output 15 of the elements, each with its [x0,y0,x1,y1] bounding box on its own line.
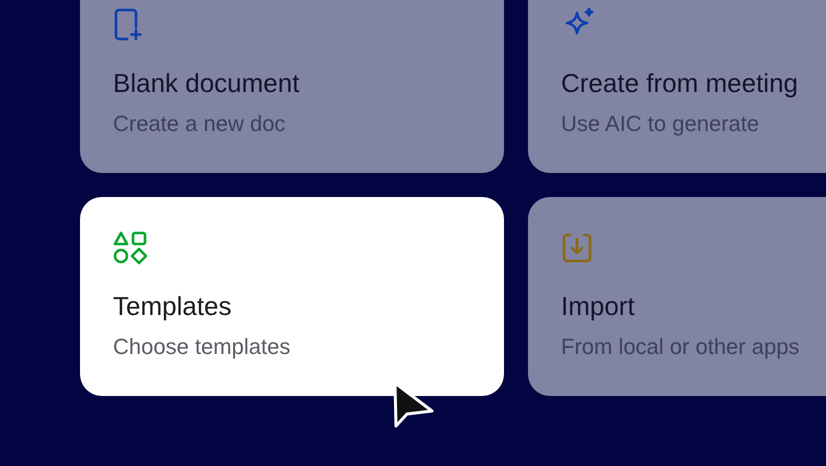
option-card[interactable]: Templates Choose templates [80,197,504,396]
option-card[interactable]: Import From local or other apps [528,197,826,396]
option-card[interactable]: Blank document Create a new doc [80,0,504,173]
card-subtitle: Use AIC to generate [561,111,760,137]
shapes-icon [113,231,147,265]
card-subtitle: Choose templates [113,334,292,360]
card-title: Import [561,291,636,322]
download-box-icon [561,232,593,264]
option-card[interactable]: Create from meeting Use AIC to generate [528,0,826,173]
document-plus-icon [113,8,143,42]
card-title: Templates [113,291,232,322]
card-subtitle: From local or other apps [561,334,800,360]
card-subtitle: Create a new doc [113,111,286,137]
card-title: Create from meeting [561,68,799,99]
card-title: Blank document [113,68,300,99]
